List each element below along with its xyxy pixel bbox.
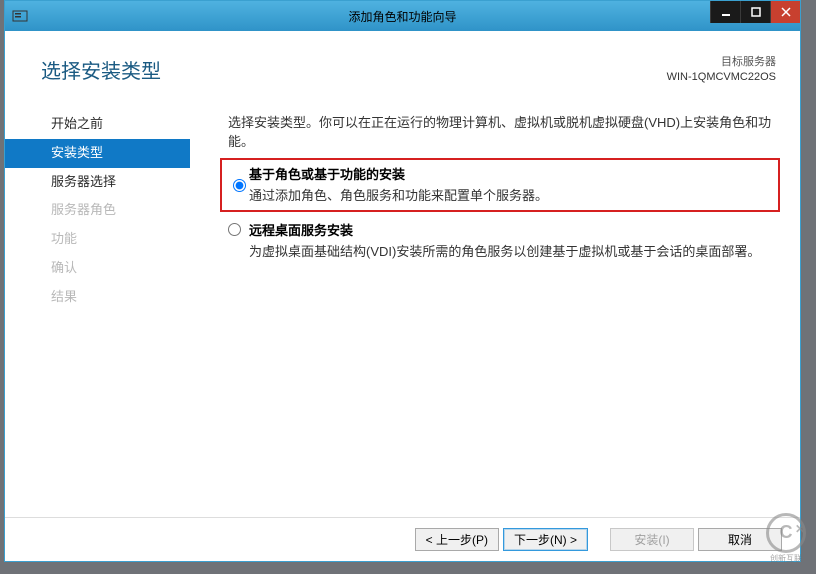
option-role-based-body: 基于角色或基于功能的安装 通过添加角色、角色服务和功能来配置单个服务器。 xyxy=(249,164,772,204)
radio-remote-desktop-install[interactable] xyxy=(228,223,241,236)
step-server-roles: 服务器角色 xyxy=(5,196,190,225)
target-server-label: 目标服务器 xyxy=(667,55,776,70)
install-button: 安装(I) xyxy=(610,528,694,551)
watermark-icon: C✕ xyxy=(766,513,806,553)
target-server-info: 目标服务器 WIN-1QMCVMC22OS xyxy=(667,55,776,86)
wizard-footer: < 上一步(P) 下一步(N) > 安装(I) 取消 xyxy=(5,517,800,561)
option-role-based-title: 基于角色或基于功能的安装 xyxy=(249,164,772,183)
watermark-logo: C✕ 创新互联 xyxy=(756,508,816,568)
watermark-text: 创新互联 xyxy=(770,553,802,564)
window-title: 添加角色和功能向导 xyxy=(5,8,800,25)
intro-text: 选择安装类型。你可以在正在运行的物理计算机、虚拟机或脱机虚拟硬盘(VHD)上安装… xyxy=(228,112,772,150)
step-before-you-begin[interactable]: 开始之前 xyxy=(5,110,190,139)
maximize-button[interactable] xyxy=(740,1,770,23)
next-button[interactable]: 下一步(N) > xyxy=(503,528,588,551)
step-installation-type[interactable]: 安装类型 xyxy=(5,139,190,168)
main-panel: 选择安装类型。你可以在正在运行的物理计算机、虚拟机或脱机虚拟硬盘(VHD)上安装… xyxy=(190,92,800,517)
previous-button[interactable]: < 上一步(P) xyxy=(415,528,499,551)
button-spacer xyxy=(592,528,606,551)
wizard-window: 添加角色和功能向导 选择安装类型 目标服务器 WIN-1QMCVMC22OS 开… xyxy=(4,0,801,562)
option-remote-desktop: 远程桌面服务安装 为虚拟桌面基础结构(VDI)安装所需的角色服务以创建基于虚拟机… xyxy=(228,218,772,270)
option-remote-desktop-body: 远程桌面服务安装 为虚拟桌面基础结构(VDI)安装所需的角色服务以创建基于虚拟机… xyxy=(249,220,772,260)
page-header: 选择安装类型 目标服务器 WIN-1QMCVMC22OS xyxy=(5,31,800,92)
window-content: 选择安装类型 目标服务器 WIN-1QMCVMC22OS 开始之前 安装类型 服… xyxy=(5,31,800,561)
step-results: 结果 xyxy=(5,283,190,312)
option-remote-desktop-title: 远程桌面服务安装 xyxy=(249,220,772,239)
step-features: 功能 xyxy=(5,225,190,254)
page-body: 开始之前 安装类型 服务器选择 服务器角色 功能 确认 结果 选择安装类型。你可… xyxy=(5,92,800,517)
close-button[interactable] xyxy=(770,1,800,23)
step-confirmation: 确认 xyxy=(5,254,190,283)
wizard-steps-sidebar: 开始之前 安装类型 服务器选择 服务器角色 功能 确认 结果 xyxy=(5,92,190,517)
minimize-button[interactable] xyxy=(710,1,740,23)
titlebar: 添加角色和功能向导 xyxy=(5,1,800,31)
target-server-name: WIN-1QMCVMC22OS xyxy=(667,70,776,85)
option-role-based-highlight: 基于角色或基于功能的安装 通过添加角色、角色服务和功能来配置单个服务器。 xyxy=(220,158,780,212)
page-title: 选择安装类型 xyxy=(41,55,161,84)
window-controls xyxy=(710,1,800,23)
radio-role-based-install[interactable] xyxy=(233,167,246,204)
step-server-selection[interactable]: 服务器选择 xyxy=(5,168,190,197)
option-role-based-desc: 通过添加角色、角色服务和功能来配置单个服务器。 xyxy=(249,185,772,204)
option-remote-desktop-desc: 为虚拟桌面基础结构(VDI)安装所需的角色服务以创建基于虚拟机或基于会话的桌面部… xyxy=(249,241,772,260)
